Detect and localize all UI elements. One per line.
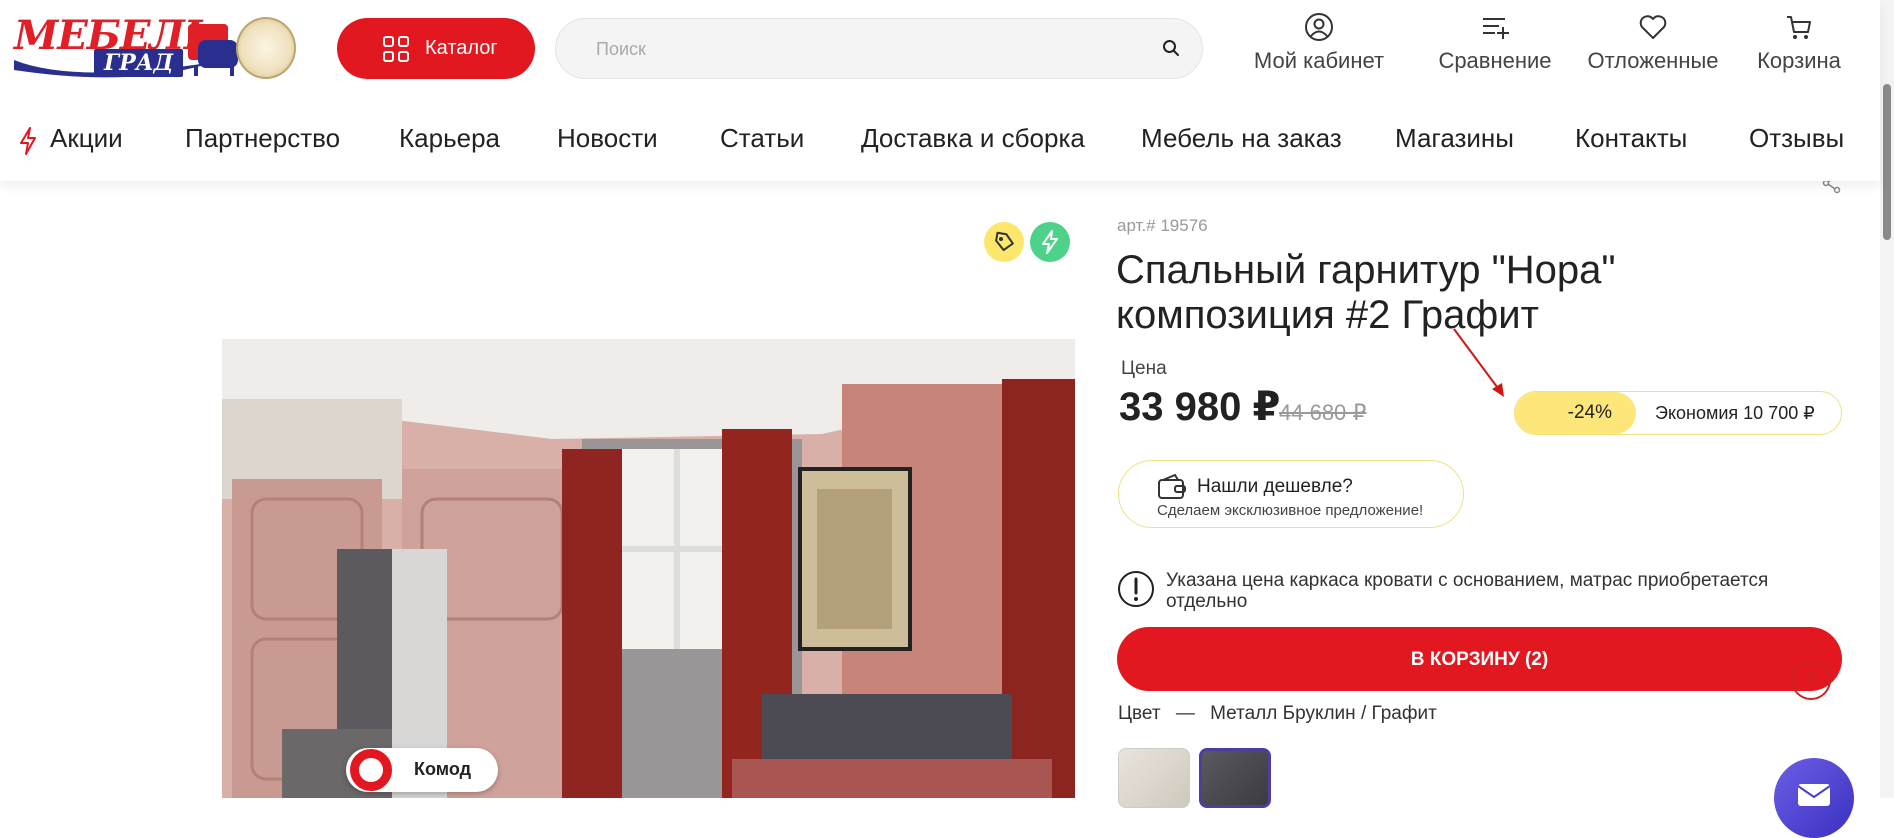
- add-to-cart-button[interactable]: В КОРЗИНУ (2): [1117, 627, 1842, 691]
- catalog-grid-icon: [383, 36, 409, 62]
- search-icon[interactable]: [1162, 39, 1180, 57]
- product-article: арт.# 19576: [1117, 216, 1208, 235]
- cart-icon: [1787, 16, 1811, 39]
- found-cheaper-subtitle: Сделаем эксклюзивное предложение!: [1157, 502, 1424, 519]
- heart-icon: [1639, 15, 1667, 39]
- hotspot-dot-icon: [350, 749, 392, 791]
- nav-item-career[interactable]: Карьера: [399, 123, 500, 154]
- catalog-button[interactable]: Каталог: [337, 18, 535, 79]
- armchair-logo-icon: [188, 24, 238, 76]
- scrollbar-thumb[interactable]: [1883, 84, 1891, 240]
- scroll-up-button[interactable]: [1791, 660, 1831, 700]
- product-image[interactable]: Комод: [222, 339, 1075, 798]
- color-value: Металл Бруклин / Графит: [1210, 703, 1437, 724]
- award-medal-icon: [236, 17, 296, 79]
- annotation-arrow-icon: [1453, 328, 1504, 397]
- nav-item-custom-furniture[interactable]: Мебель на заказ: [1141, 123, 1342, 154]
- catalog-button-label: Каталог: [425, 37, 498, 59]
- mail-icon: [1797, 784, 1831, 806]
- color-swatch-graphite[interactable]: [1199, 748, 1271, 808]
- lightning-badge-icon: [1042, 230, 1058, 254]
- exclamation-icon: [1118, 571, 1154, 607]
- lightning-icon: [20, 127, 36, 155]
- nav-item-sales[interactable]: Акции: [50, 123, 123, 154]
- user-icon: [1305, 13, 1333, 41]
- nav-item-delivery[interactable]: Доставка и сборка: [861, 123, 1085, 154]
- product-title: Спальный гарнитур "Нора" композиция #2 Г…: [1116, 248, 1736, 338]
- my-account-link[interactable]: Мой кабинет: [1250, 12, 1388, 82]
- product-price: 33 980 ₽: [1119, 385, 1281, 429]
- discount-badge: -24% Экономия 10 700 ₽: [1514, 391, 1842, 435]
- price-notice-text: Указана цена каркаса кровати с основание…: [1166, 570, 1769, 612]
- color-label: Цвет: [1118, 703, 1161, 724]
- old-price: 44 680 ₽: [1279, 400, 1367, 425]
- my-account-label: Мой кабинет: [1253, 48, 1385, 73]
- tag-icon: [995, 231, 1014, 252]
- nav-item-articles[interactable]: Статьи: [720, 123, 804, 154]
- product-title-line1: Спальный гарнитур "Нора": [1116, 248, 1616, 292]
- economy-amount: Экономия 10 700 ₽: [1655, 403, 1815, 423]
- color-row: Цвет — Металл Бруклин / Графит: [1118, 703, 1437, 725]
- compare-link[interactable]: Сравнение: [1436, 12, 1554, 82]
- hotspot-label: Комод: [414, 759, 472, 779]
- nav-item-contacts[interactable]: Контакты: [1575, 123, 1687, 154]
- page-scrollbar[interactable]: [1880, 0, 1894, 798]
- arrow-up-icon: [1805, 670, 1817, 686]
- cart-link[interactable]: Корзина: [1752, 12, 1846, 82]
- compare-icon: [1483, 18, 1509, 39]
- image-hotspot-komod[interactable]: Комод: [346, 748, 498, 792]
- contact-chat-button[interactable]: [1774, 758, 1854, 838]
- cart-label: Корзина: [1757, 48, 1841, 73]
- price-notice: Указана цена каркаса кровати с основание…: [1117, 570, 1857, 613]
- main-nav: Акции Партнерство Карьера Новости Статьи…: [0, 113, 1880, 163]
- nav-item-news[interactable]: Новости: [557, 123, 658, 154]
- color-swatch-light[interactable]: [1118, 748, 1190, 808]
- logo-subtext: ГРАД: [94, 49, 184, 77]
- wallet-icon: [1158, 473, 1186, 499]
- bedroom-photo: [222, 339, 1075, 798]
- color-separator: —: [1175, 703, 1195, 724]
- search-box[interactable]: [555, 18, 1203, 80]
- nav-item-stores[interactable]: Магазины: [1395, 123, 1514, 154]
- product-title-line2: композиция #2 Графит: [1116, 293, 1539, 337]
- express-badge: [1030, 222, 1070, 262]
- found-cheaper-title: Нашли дешевле?: [1197, 476, 1353, 497]
- site-header: МЕБЕЛЬ ГРАД Каталог Мой кабинет: [0, 0, 1880, 181]
- compare-label: Сравнение: [1438, 48, 1552, 73]
- site-logo[interactable]: МЕБЕЛЬ ГРАД: [14, 16, 238, 82]
- wishlist-label: Отложенные: [1587, 48, 1719, 73]
- discount-percent: -24%: [1515, 392, 1636, 434]
- nav-item-partnership[interactable]: Партнерство: [185, 123, 340, 154]
- nav-item-reviews[interactable]: Отзывы: [1749, 123, 1844, 154]
- search-input[interactable]: [586, 19, 1158, 80]
- wishlist-link[interactable]: Отложенные: [1587, 12, 1719, 82]
- found-cheaper-button[interactable]: Нашли дешевле? Сделаем эксклюзивное пред…: [1118, 460, 1464, 528]
- tag-badge: [984, 222, 1024, 262]
- price-label: Цена: [1121, 358, 1167, 379]
